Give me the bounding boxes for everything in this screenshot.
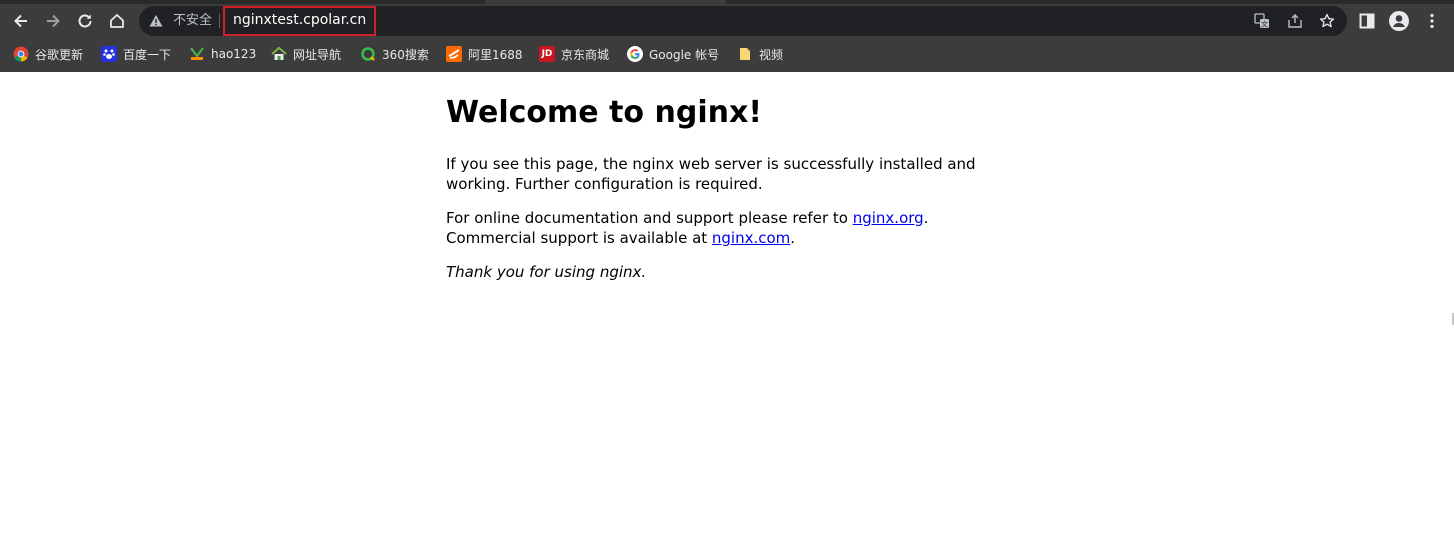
url-text[interactable]: nginxtest.cpolar.cn	[233, 12, 366, 29]
bookmark-item[interactable]: 网址导航	[271, 44, 341, 64]
bookmark-item[interactable]: JD 京东商城	[539, 44, 609, 64]
commercial-line: Commercial support is available at nginx…	[446, 228, 795, 248]
bookmark-label: 谷歌更新	[35, 47, 84, 62]
bookmark-item[interactable]: 视频	[737, 44, 783, 64]
google-icon	[627, 46, 643, 62]
intro-line-1: If you see this page, the nginx web serv…	[446, 155, 976, 173]
folder-icon	[737, 46, 753, 62]
docs-line: For online documentation and support ple…	[446, 208, 928, 228]
translate-icon[interactable]: 文	[1254, 13, 1270, 29]
back-arrow-icon	[14, 14, 27, 28]
svg-text:文: 文	[1261, 20, 1268, 29]
profile-button[interactable]	[1385, 7, 1413, 35]
commercial-period: .	[790, 229, 796, 247]
bookmark-label: Google 帐号	[649, 47, 720, 62]
thanks-text: Thank you for using nginx.	[446, 263, 647, 281]
bookmark-label: 京东商城	[561, 47, 610, 62]
intro-line-2: working. Further configuration is requir…	[446, 175, 763, 193]
address-bar[interactable]: 不安全 nginxtest.cpolar.cn 文	[139, 6, 1347, 36]
reload-button[interactable]	[71, 7, 99, 35]
nginx-org-link[interactable]: nginx.org	[853, 209, 924, 227]
bookmark-label: 360搜索	[382, 47, 429, 62]
browser-chrome: 不安全 nginxtest.cpolar.cn 文 谷歌更新 百度一下 hao1…	[0, 0, 1454, 72]
commercial-text: Commercial support is available at	[446, 229, 712, 247]
hao123-icon	[189, 46, 205, 62]
bookmark-item[interactable]: 百度一下	[101, 44, 171, 64]
warning-icon	[149, 15, 163, 27]
bookmark-label: hao123	[211, 47, 257, 61]
forward-arrow-icon	[47, 14, 60, 28]
profile-icon	[1389, 11, 1409, 31]
bookmark-item[interactable]: hao123	[189, 44, 256, 64]
back-button[interactable]	[7, 7, 35, 35]
bookmark-label: 百度一下	[123, 47, 172, 62]
star-icon[interactable]	[1319, 13, 1335, 29]
home-icon	[110, 14, 124, 28]
docs-text: For online documentation and support ple…	[446, 209, 853, 227]
home-button[interactable]	[103, 7, 131, 35]
share-icon[interactable]	[1287, 13, 1303, 29]
bookmark-label: 网址导航	[293, 47, 342, 62]
docs-period: .	[923, 209, 929, 227]
omnibox-divider	[219, 14, 220, 28]
bookmarks-bar: 谷歌更新 百度一下 hao123 网址导航 360搜索 阿里1688 JD 京东…	[0, 38, 1454, 70]
side-panel-icon	[1359, 13, 1375, 29]
bookmark-label: 视频	[759, 47, 784, 62]
side-panel-button[interactable]	[1353, 7, 1381, 35]
bookmark-item[interactable]: Google 帐号	[627, 44, 719, 64]
bookmark-item[interactable]: 360搜索	[360, 44, 429, 64]
chrome-icon	[13, 46, 29, 62]
bookmark-item[interactable]: 阿里1688	[446, 44, 523, 64]
baidu-icon	[101, 46, 117, 62]
jd-icon: JD	[539, 46, 555, 62]
browser-toolbar: 不安全 nginxtest.cpolar.cn 文	[0, 4, 1454, 38]
forward-button[interactable]	[39, 7, 67, 35]
bookmark-item[interactable]: 谷歌更新	[13, 44, 83, 64]
security-label[interactable]: 不安全	[173, 13, 212, 29]
reload-icon	[78, 14, 92, 28]
ali1688-icon	[446, 46, 462, 62]
360-search-icon	[360, 46, 376, 62]
kebab-menu-icon	[1430, 13, 1434, 29]
bookmark-label: 阿里1688	[468, 47, 523, 62]
nginx-com-link[interactable]: nginx.com	[712, 229, 790, 247]
house-icon	[271, 46, 287, 62]
page-title: Welcome to nginx!	[446, 95, 762, 130]
menu-button[interactable]	[1418, 7, 1446, 35]
